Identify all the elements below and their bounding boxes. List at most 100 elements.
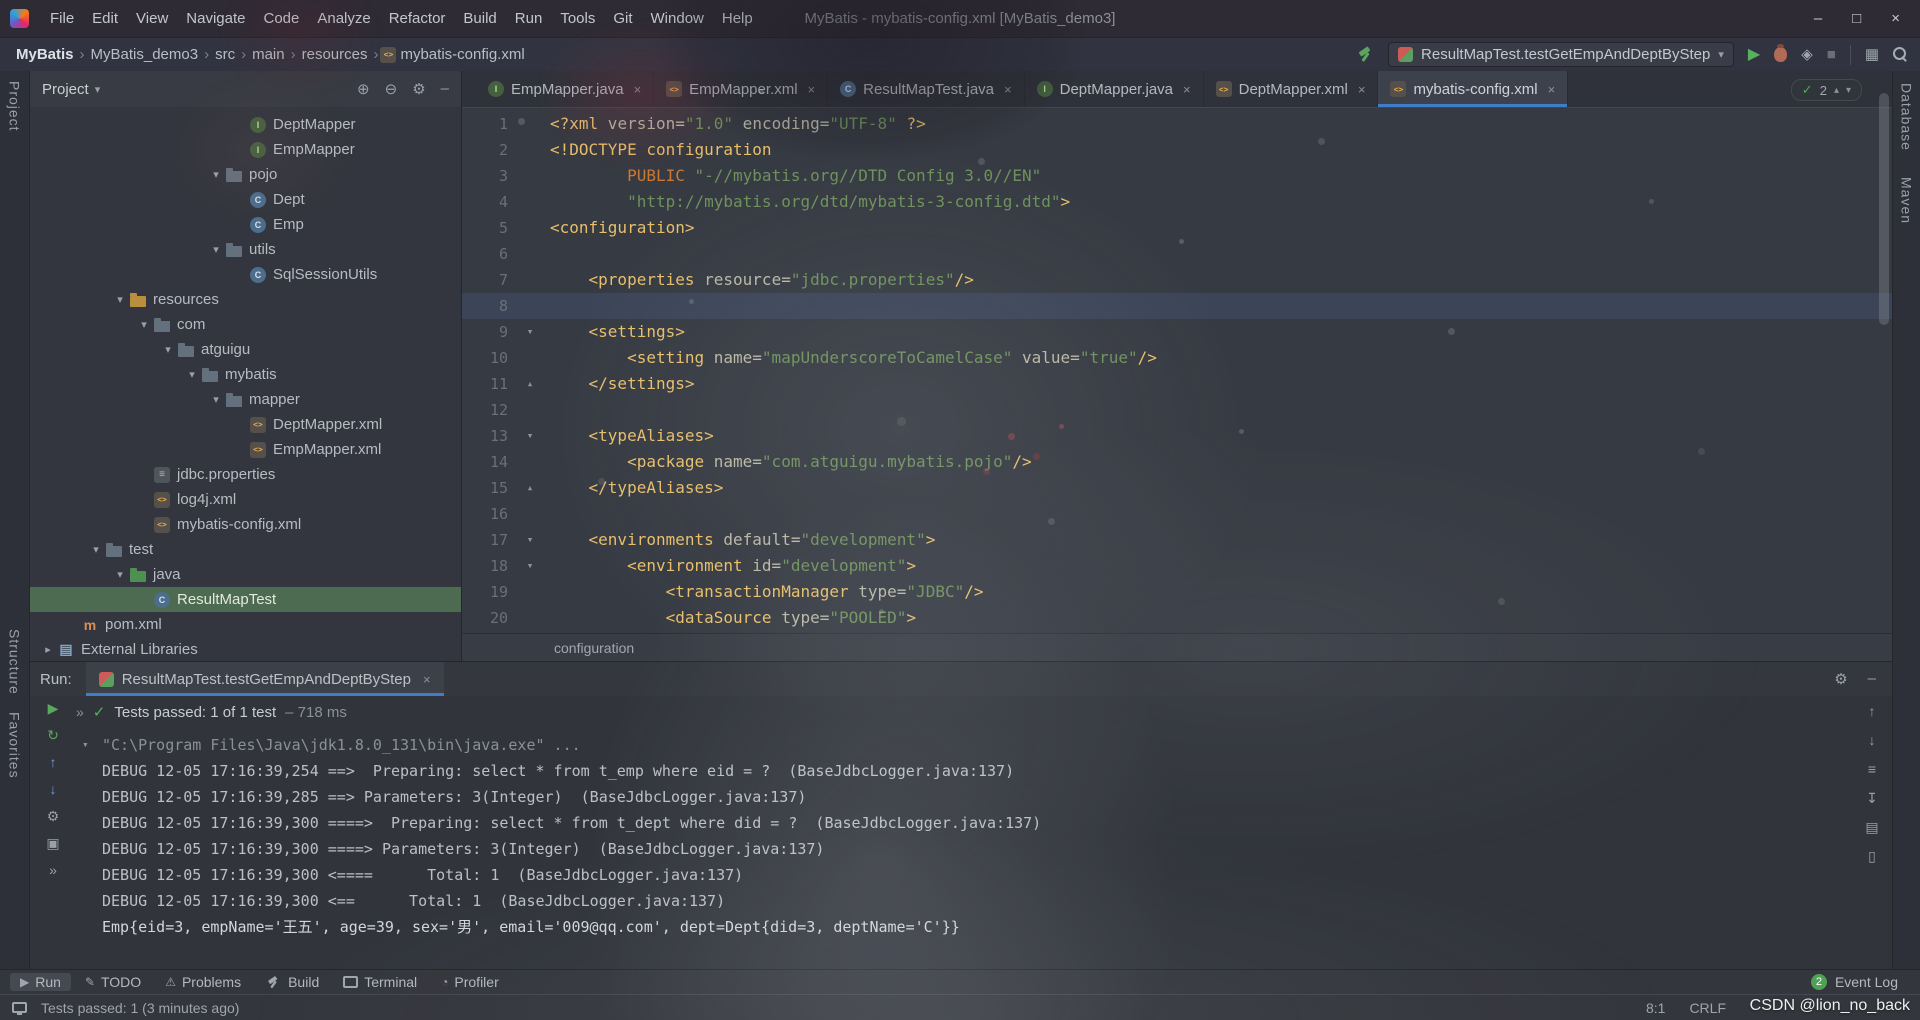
chevron-down-icon[interactable]: ▾ [206, 243, 226, 256]
build-hammer-icon[interactable] [1357, 46, 1374, 63]
menu-file[interactable]: File [41, 6, 83, 31]
expand-all-icon[interactable]: » [76, 704, 84, 720]
close-icon[interactable]: × [1183, 82, 1191, 97]
code-line-14[interactable]: 14 <package name="com.atguigu.mybatis.po… [462, 449, 1892, 475]
menu-navigate[interactable]: Navigate [177, 6, 254, 31]
maximize-button[interactable]: □ [1852, 10, 1861, 27]
tab-deptmapper.xml[interactable]: <>DeptMapper.xml× [1204, 71, 1379, 107]
tree-item-sqlsessionutils[interactable]: CSqlSessionUtils [30, 262, 461, 287]
console-output[interactable]: ▾"C:\Program Files\Java\jdk1.8.0_131\bin… [76, 728, 1852, 969]
tab-resultmaptest.java[interactable]: CResultMapTest.java× [828, 71, 1025, 107]
breadcrumb-mybatis_demo3[interactable]: MyBatis_demo3 [87, 43, 203, 66]
chevron-down-icon[interactable]: ▾ [110, 568, 130, 581]
menu-help[interactable]: Help [713, 6, 762, 31]
chevron-down-icon[interactable]: ▾ [206, 393, 226, 406]
status-message[interactable]: Tests passed: 1 (3 minutes ago) [41, 1000, 239, 1016]
chevron-down-icon[interactable]: ▾ [134, 318, 154, 331]
menu-code[interactable]: Code [254, 6, 308, 31]
editor-scrollbar[interactable] [1879, 75, 1889, 657]
tree-item-java[interactable]: ▾java [30, 562, 461, 587]
debug-button[interactable] [1774, 47, 1787, 62]
run-button[interactable]: ▶ [1748, 47, 1760, 63]
tool-windows-grid-icon[interactable]: ▦ [1865, 47, 1879, 62]
scroll-to-end-icon[interactable]: ↧ [1866, 791, 1878, 805]
tool-window-button-run[interactable]: ▶Run [10, 973, 71, 991]
tree-item-empmapper.xml[interactable]: <>EmpMapper.xml [30, 437, 461, 462]
tree-item-log4j.xml[interactable]: <>log4j.xml [30, 487, 461, 512]
coverage-button[interactable]: ◈ [1801, 47, 1813, 62]
code-line-11[interactable]: 11▴ </settings> [462, 371, 1892, 397]
close-icon[interactable]: × [1548, 82, 1556, 97]
fold-marker-icon[interactable]: ▾ [518, 319, 542, 345]
more-options-icon[interactable]: » [49, 863, 57, 877]
tab-deptmapper.java[interactable]: IDeptMapper.java× [1025, 71, 1204, 107]
code-line-7[interactable]: 7 <properties resource="jdbc.properties"… [462, 267, 1892, 293]
close-icon[interactable]: × [1004, 82, 1012, 97]
previous-test-icon[interactable]: ↑ [50, 755, 57, 769]
event-log-button[interactable]: Event Log [1835, 974, 1898, 990]
tree-item-pom.xml[interactable]: mpom.xml [30, 612, 461, 637]
tool-window-button-profiler[interactable]: ◔Profiler [431, 973, 509, 991]
tree-item-pojo[interactable]: ▾pojo [30, 162, 461, 187]
structure-stripe-button[interactable]: Structure [7, 629, 23, 695]
hide-panel-icon[interactable]: – [441, 80, 449, 98]
fold-marker-icon[interactable]: ▾ [518, 527, 542, 553]
chevron-down-icon[interactable]: ▾ [95, 83, 101, 96]
breadcrumb-resources[interactable]: resources [298, 43, 372, 66]
code-editor[interactable]: 1<?xml version="1.0" encoding="UTF-8" ?>… [462, 108, 1892, 633]
gear-icon[interactable]: ⚙ [1834, 670, 1847, 688]
menu-view[interactable]: View [127, 6, 177, 31]
tool-window-button-todo[interactable]: ✎TODO [75, 973, 151, 991]
tree-item-mybatis-config.xml[interactable]: <>mybatis-config.xml [30, 512, 461, 537]
line-separator-indicator[interactable]: CRLF [1689, 1000, 1726, 1016]
tree-item-mapper[interactable]: ▾mapper [30, 387, 461, 412]
fold-marker-icon[interactable]: ▾ [518, 553, 542, 579]
code-line-20[interactable]: 20 <dataSource type="POOLED"> [462, 605, 1892, 631]
fold-marker-icon[interactable]: ▾ [518, 423, 542, 449]
chevron-right-icon[interactable]: ▸ [38, 643, 58, 656]
run-tab[interactable]: ResultMapTest.testGetEmpAndDeptByStep × [86, 662, 444, 696]
code-line-17[interactable]: 17▾ <environments default="development"> [462, 527, 1892, 553]
menu-edit[interactable]: Edit [83, 6, 127, 31]
breadcrumb-src[interactable]: src [211, 43, 239, 66]
chevron-down-icon[interactable]: ▾ [206, 168, 226, 181]
collapse-all-icon[interactable]: ⊖ [385, 80, 398, 98]
code-line-3[interactable]: 3 PUBLIC "-//mybatis.org//DTD Config 3.0… [462, 163, 1892, 189]
code-line-16[interactable]: 16 [462, 501, 1892, 527]
menu-refactor[interactable]: Refactor [380, 6, 455, 31]
fold-marker-icon[interactable]: ▴ [518, 475, 542, 501]
print-icon[interactable]: ▤ [1865, 820, 1878, 834]
tree-item-emp[interactable]: CEmp [30, 212, 461, 237]
code-line-1[interactable]: 1<?xml version="1.0" encoding="UTF-8" ?> [462, 111, 1892, 137]
chevron-down-icon[interactable]: ▾ [110, 293, 130, 306]
close-icon[interactable]: × [808, 82, 816, 97]
tab-empmapper.java[interactable]: IEmpMapper.java× [476, 71, 654, 107]
chevron-down-icon[interactable]: ▾ [86, 543, 106, 556]
tool-window-button-build[interactable]: Build [255, 973, 329, 992]
tab-empmapper.xml[interactable]: <>EmpMapper.xml× [654, 71, 828, 107]
code-line-4[interactable]: 4 "http://mybatis.org/dtd/mybatis-3-conf… [462, 189, 1892, 215]
breadcrumb-mybatis-config.xml[interactable]: mybatis-config.xml [396, 43, 528, 66]
fold-marker-icon[interactable]: ▴ [518, 371, 542, 397]
code-line-5[interactable]: 5<configuration> [462, 215, 1892, 241]
gear-icon[interactable]: ⚙ [412, 80, 425, 98]
tree-item-atguigu[interactable]: ▾atguigu [30, 337, 461, 362]
code-line-9[interactable]: 9▾ <settings> [462, 319, 1892, 345]
rerun-icon[interactable]: ▶ [48, 701, 59, 715]
gear-icon[interactable]: ⚙ [47, 809, 60, 823]
tree-item-empmapper[interactable]: IEmpMapper [30, 137, 461, 162]
maven-stripe-button[interactable]: Maven [1899, 177, 1915, 224]
search-icon[interactable] [1893, 47, 1908, 62]
minimize-button[interactable]: – [1814, 10, 1822, 27]
tree-item-deptmapper.xml[interactable]: <>DeptMapper.xml [30, 412, 461, 437]
breadcrumb-main[interactable]: main [248, 43, 289, 66]
code-line-10[interactable]: 10 <setting name="mapUnderscoreToCamelCa… [462, 345, 1892, 371]
tree-item-dept[interactable]: CDept [30, 187, 461, 212]
code-line-15[interactable]: 15▴ </typeAliases> [462, 475, 1892, 501]
tab-mybatis-config.xml[interactable]: <>mybatis-config.xml× [1378, 71, 1568, 107]
menu-run[interactable]: Run [506, 6, 552, 31]
soft-wrap-icon[interactable]: ≡ [1868, 762, 1876, 776]
scroll-up-icon[interactable]: ↑ [1869, 704, 1876, 718]
tree-item-deptmapper[interactable]: IDeptMapper [30, 112, 461, 137]
code-line-12[interactable]: 12 [462, 397, 1892, 423]
